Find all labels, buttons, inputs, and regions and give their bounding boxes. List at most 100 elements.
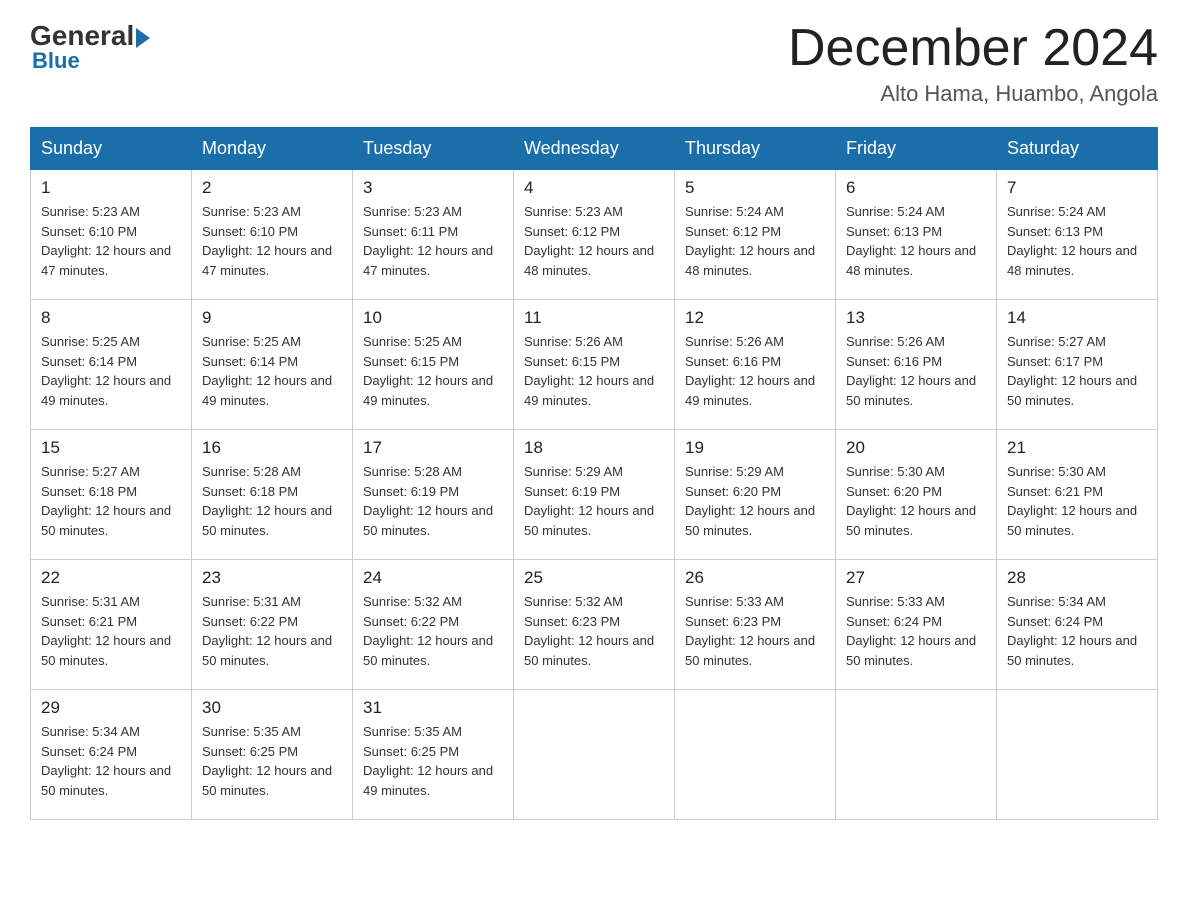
week-row-2: 8 Sunrise: 5:25 AM Sunset: 6:14 PM Dayli… [31, 300, 1158, 430]
weekday-header-friday: Friday [836, 128, 997, 170]
calendar-cell: 8 Sunrise: 5:25 AM Sunset: 6:14 PM Dayli… [31, 300, 192, 430]
page-header: General Blue December 2024 Alto Hama, Hu… [30, 20, 1158, 107]
title-area: December 2024 Alto Hama, Huambo, Angola [788, 20, 1158, 107]
week-row-1: 1 Sunrise: 5:23 AM Sunset: 6:10 PM Dayli… [31, 170, 1158, 300]
day-number: 29 [41, 698, 181, 718]
day-info: Sunrise: 5:26 AM Sunset: 6:16 PM Dayligh… [685, 332, 825, 410]
calendar-cell: 3 Sunrise: 5:23 AM Sunset: 6:11 PM Dayli… [353, 170, 514, 300]
day-number: 18 [524, 438, 664, 458]
calendar-cell: 27 Sunrise: 5:33 AM Sunset: 6:24 PM Dayl… [836, 560, 997, 690]
day-info: Sunrise: 5:31 AM Sunset: 6:21 PM Dayligh… [41, 592, 181, 670]
calendar-cell: 6 Sunrise: 5:24 AM Sunset: 6:13 PM Dayli… [836, 170, 997, 300]
day-number: 28 [1007, 568, 1147, 588]
weekday-header-saturday: Saturday [997, 128, 1158, 170]
day-info: Sunrise: 5:34 AM Sunset: 6:24 PM Dayligh… [1007, 592, 1147, 670]
day-number: 17 [363, 438, 503, 458]
day-number: 11 [524, 308, 664, 328]
logo-blue-text: Blue [32, 48, 80, 74]
day-info: Sunrise: 5:26 AM Sunset: 6:16 PM Dayligh… [846, 332, 986, 410]
calendar-cell: 11 Sunrise: 5:26 AM Sunset: 6:15 PM Dayl… [514, 300, 675, 430]
weekday-header-monday: Monday [192, 128, 353, 170]
day-info: Sunrise: 5:23 AM Sunset: 6:10 PM Dayligh… [41, 202, 181, 280]
day-number: 20 [846, 438, 986, 458]
day-info: Sunrise: 5:24 AM Sunset: 6:12 PM Dayligh… [685, 202, 825, 280]
day-number: 10 [363, 308, 503, 328]
day-info: Sunrise: 5:33 AM Sunset: 6:23 PM Dayligh… [685, 592, 825, 670]
day-info: Sunrise: 5:34 AM Sunset: 6:24 PM Dayligh… [41, 722, 181, 800]
calendar-cell: 21 Sunrise: 5:30 AM Sunset: 6:21 PM Dayl… [997, 430, 1158, 560]
day-number: 25 [524, 568, 664, 588]
calendar-cell: 9 Sunrise: 5:25 AM Sunset: 6:14 PM Dayli… [192, 300, 353, 430]
day-info: Sunrise: 5:30 AM Sunset: 6:20 PM Dayligh… [846, 462, 986, 540]
day-info: Sunrise: 5:29 AM Sunset: 6:19 PM Dayligh… [524, 462, 664, 540]
calendar-cell: 10 Sunrise: 5:25 AM Sunset: 6:15 PM Dayl… [353, 300, 514, 430]
day-number: 2 [202, 178, 342, 198]
calendar-cell: 29 Sunrise: 5:34 AM Sunset: 6:24 PM Dayl… [31, 690, 192, 820]
calendar-cell: 31 Sunrise: 5:35 AM Sunset: 6:25 PM Dayl… [353, 690, 514, 820]
day-number: 6 [846, 178, 986, 198]
day-number: 22 [41, 568, 181, 588]
calendar-cell: 25 Sunrise: 5:32 AM Sunset: 6:23 PM Dayl… [514, 560, 675, 690]
day-info: Sunrise: 5:32 AM Sunset: 6:22 PM Dayligh… [363, 592, 503, 670]
calendar-cell: 20 Sunrise: 5:30 AM Sunset: 6:20 PM Dayl… [836, 430, 997, 560]
day-number: 5 [685, 178, 825, 198]
day-info: Sunrise: 5:23 AM Sunset: 6:10 PM Dayligh… [202, 202, 342, 280]
day-info: Sunrise: 5:32 AM Sunset: 6:23 PM Dayligh… [524, 592, 664, 670]
calendar-cell: 7 Sunrise: 5:24 AM Sunset: 6:13 PM Dayli… [997, 170, 1158, 300]
month-title: December 2024 [788, 20, 1158, 77]
day-number: 27 [846, 568, 986, 588]
day-number: 8 [41, 308, 181, 328]
day-number: 3 [363, 178, 503, 198]
day-info: Sunrise: 5:35 AM Sunset: 6:25 PM Dayligh… [363, 722, 503, 800]
calendar-cell: 13 Sunrise: 5:26 AM Sunset: 6:16 PM Dayl… [836, 300, 997, 430]
week-row-3: 15 Sunrise: 5:27 AM Sunset: 6:18 PM Dayl… [31, 430, 1158, 560]
calendar-cell: 24 Sunrise: 5:32 AM Sunset: 6:22 PM Dayl… [353, 560, 514, 690]
calendar-cell: 2 Sunrise: 5:23 AM Sunset: 6:10 PM Dayli… [192, 170, 353, 300]
calendar-cell [514, 690, 675, 820]
calendar-cell: 17 Sunrise: 5:28 AM Sunset: 6:19 PM Dayl… [353, 430, 514, 560]
day-number: 19 [685, 438, 825, 458]
week-row-5: 29 Sunrise: 5:34 AM Sunset: 6:24 PM Dayl… [31, 690, 1158, 820]
day-info: Sunrise: 5:29 AM Sunset: 6:20 PM Dayligh… [685, 462, 825, 540]
calendar-cell: 19 Sunrise: 5:29 AM Sunset: 6:20 PM Dayl… [675, 430, 836, 560]
calendar-cell: 1 Sunrise: 5:23 AM Sunset: 6:10 PM Dayli… [31, 170, 192, 300]
day-info: Sunrise: 5:26 AM Sunset: 6:15 PM Dayligh… [524, 332, 664, 410]
day-info: Sunrise: 5:35 AM Sunset: 6:25 PM Dayligh… [202, 722, 342, 800]
calendar-cell [997, 690, 1158, 820]
day-number: 9 [202, 308, 342, 328]
calendar-cell: 18 Sunrise: 5:29 AM Sunset: 6:19 PM Dayl… [514, 430, 675, 560]
weekday-header-sunday: Sunday [31, 128, 192, 170]
day-number: 13 [846, 308, 986, 328]
weekday-header-thursday: Thursday [675, 128, 836, 170]
day-info: Sunrise: 5:23 AM Sunset: 6:11 PM Dayligh… [363, 202, 503, 280]
day-info: Sunrise: 5:28 AM Sunset: 6:18 PM Dayligh… [202, 462, 342, 540]
day-number: 15 [41, 438, 181, 458]
day-number: 30 [202, 698, 342, 718]
week-row-4: 22 Sunrise: 5:31 AM Sunset: 6:21 PM Dayl… [31, 560, 1158, 690]
calendar-table: SundayMondayTuesdayWednesdayThursdayFrid… [30, 127, 1158, 820]
day-number: 4 [524, 178, 664, 198]
calendar-cell: 15 Sunrise: 5:27 AM Sunset: 6:18 PM Dayl… [31, 430, 192, 560]
day-number: 21 [1007, 438, 1147, 458]
day-info: Sunrise: 5:30 AM Sunset: 6:21 PM Dayligh… [1007, 462, 1147, 540]
logo-flag-icon [136, 28, 150, 48]
calendar-cell [836, 690, 997, 820]
weekday-header-tuesday: Tuesday [353, 128, 514, 170]
weekday-header-wednesday: Wednesday [514, 128, 675, 170]
day-info: Sunrise: 5:28 AM Sunset: 6:19 PM Dayligh… [363, 462, 503, 540]
day-number: 12 [685, 308, 825, 328]
day-info: Sunrise: 5:24 AM Sunset: 6:13 PM Dayligh… [1007, 202, 1147, 280]
day-number: 14 [1007, 308, 1147, 328]
calendar-cell: 5 Sunrise: 5:24 AM Sunset: 6:12 PM Dayli… [675, 170, 836, 300]
calendar-cell: 14 Sunrise: 5:27 AM Sunset: 6:17 PM Dayl… [997, 300, 1158, 430]
day-number: 16 [202, 438, 342, 458]
day-number: 31 [363, 698, 503, 718]
calendar-cell: 30 Sunrise: 5:35 AM Sunset: 6:25 PM Dayl… [192, 690, 353, 820]
day-number: 1 [41, 178, 181, 198]
calendar-cell: 16 Sunrise: 5:28 AM Sunset: 6:18 PM Dayl… [192, 430, 353, 560]
day-info: Sunrise: 5:25 AM Sunset: 6:14 PM Dayligh… [41, 332, 181, 410]
location-subtitle: Alto Hama, Huambo, Angola [788, 81, 1158, 107]
logo: General Blue [30, 20, 152, 74]
day-number: 24 [363, 568, 503, 588]
day-info: Sunrise: 5:33 AM Sunset: 6:24 PM Dayligh… [846, 592, 986, 670]
